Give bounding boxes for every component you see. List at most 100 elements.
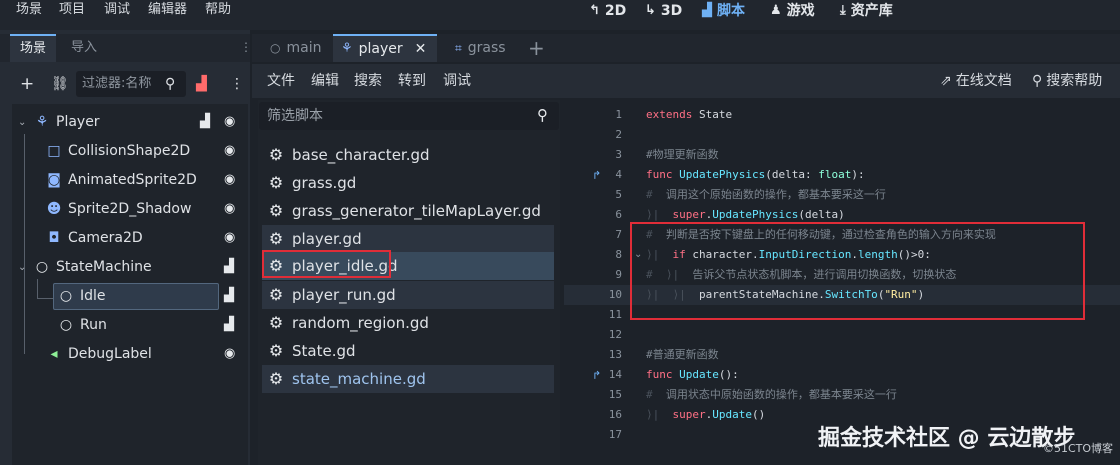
tree-node-player[interactable]: ⌄ ⚘ Player xyxy=(18,108,100,137)
watermark: 掘金技术社区 @ 云边散步 xyxy=(818,426,1076,451)
tree-node-collisionshape[interactable]: □ CollisionShape2D xyxy=(44,137,190,166)
watermark-sub: ©51CTO博客 xyxy=(1043,442,1114,455)
menu-debug[interactable]: 调试 xyxy=(104,0,130,22)
tab-import[interactable]: 导入 xyxy=(61,34,107,62)
script-attach-icon[interactable]: ▟ xyxy=(196,72,207,96)
script-icon: ▟ xyxy=(702,3,712,18)
menu-scene[interactable]: 场景 xyxy=(16,0,42,22)
visibility-eye-icon[interactable]: ◉ xyxy=(224,143,235,158)
tab-scene[interactable]: 场景 xyxy=(10,34,57,62)
tab-indicator-icon: ⟩| xyxy=(646,208,673,221)
gear-icon: ⚙ xyxy=(268,369,284,388)
script-icon[interactable]: ▟ xyxy=(224,288,234,303)
external-link-icon: ⇗ xyxy=(940,73,952,89)
workspace-asset-lib[interactable]: ⤓ 资产库 xyxy=(840,0,893,22)
tree-node-statemachine[interactable]: ⌄ ○ StateMachine xyxy=(18,253,152,282)
tree-node-idle[interactable]: ○ Idle xyxy=(56,282,106,311)
player-node-icon: ⚘ xyxy=(341,41,353,56)
online-docs-button[interactable]: ⇗ 在线文档 xyxy=(940,72,1012,90)
line-number: 11 xyxy=(608,308,622,321)
script-filter-input[interactable]: 筛选脚本 xyxy=(259,102,559,130)
tree-node-run[interactable]: ○ Run xyxy=(56,311,107,340)
script-item[interactable]: ⚙ grass.gd xyxy=(262,169,554,197)
player-node-icon: ⚘ xyxy=(35,114,49,130)
line-number: 9 xyxy=(615,268,622,281)
visibility-eye-icon[interactable]: ◉ xyxy=(224,172,235,187)
line-number: 13 xyxy=(608,348,622,361)
script-menu-goto[interactable]: 转到 xyxy=(398,72,426,90)
script-item[interactable]: ⚙ player.gd xyxy=(262,225,554,253)
more-icon[interactable]: ⋮ xyxy=(230,72,244,96)
tree-line xyxy=(37,298,53,299)
search-help-button[interactable]: ⚲ 搜索帮助 xyxy=(1032,72,1102,90)
script-icon[interactable]: ▟ xyxy=(200,114,210,129)
script-menu-file[interactable]: 文件 xyxy=(267,72,295,90)
tree-node-camera[interactable]: ◘ Camera2D xyxy=(44,224,142,253)
script-icon[interactable]: ▟ xyxy=(224,259,234,274)
script-item[interactable]: ⚙ State.gd xyxy=(262,337,554,365)
tree-node-animatedsprite[interactable]: ◙ AnimatedSprite2D xyxy=(44,166,197,195)
label-icon: ◂ xyxy=(50,346,58,362)
workspace-script[interactable]: ▟ 脚本 xyxy=(702,0,745,22)
add-node-icon[interactable]: + xyxy=(20,72,34,96)
dock-menu-icon[interactable]: ⋮ xyxy=(240,40,252,54)
gear-icon: ⚙ xyxy=(268,173,284,192)
code-line-14: func Update(): xyxy=(646,368,739,381)
gear-icon: ⚙ xyxy=(268,229,284,248)
gear-icon: ⚙ xyxy=(268,285,284,304)
close-icon[interactable]: ✕ xyxy=(415,35,427,63)
tree-node-sprite-shadow[interactable]: ☻ Sprite2D_Shadow xyxy=(44,195,192,224)
menu-editor[interactable]: 编辑器 xyxy=(148,0,187,22)
workspace-2d[interactable]: ↰ 2D xyxy=(589,0,626,22)
chevron-down-icon[interactable]: ⌄ xyxy=(18,108,32,137)
tree-line xyxy=(24,134,25,354)
animated-sprite-icon: ◙ xyxy=(47,172,61,188)
tab-player[interactable]: ⚘ player ✕ xyxy=(333,34,437,62)
menu-help[interactable]: 帮助 xyxy=(205,0,231,22)
script-item[interactable]: ⚙ base_character.gd xyxy=(262,141,554,169)
script-item[interactable]: ⚙ player_run.gd xyxy=(262,281,554,309)
code-line-16: ⟩| super.Update() xyxy=(646,408,766,421)
tab-indicator-icon: # xyxy=(646,388,666,401)
line-number: 17 xyxy=(608,428,622,441)
tab-grass[interactable]: ⌗ grass xyxy=(447,34,514,62)
menu-project[interactable]: 项目 xyxy=(59,0,85,22)
code-line-1: extends State xyxy=(646,108,733,121)
code-line-3: #物理更新函数 xyxy=(646,148,719,161)
node-icon: ○ xyxy=(59,317,73,333)
tree-node-debuglabel[interactable]: ◂ DebugLabel xyxy=(44,340,151,369)
override-arrow-icon: ↱ xyxy=(592,369,602,382)
gear-icon: ⚙ xyxy=(268,145,284,164)
line-number: 5 xyxy=(615,188,622,201)
script-item[interactable]: ⚙ grass_generator_tileMapLayer.gd xyxy=(262,197,554,225)
game-icon: ♟ xyxy=(770,3,782,18)
visibility-eye-icon[interactable]: ◉ xyxy=(224,230,235,245)
script-menu-edit[interactable]: 编辑 xyxy=(311,72,339,90)
script-icon[interactable]: ▟ xyxy=(224,317,234,332)
workspace-3d[interactable]: ↳ 3D xyxy=(645,0,682,22)
highlight-box xyxy=(630,222,1085,320)
highlight-box xyxy=(262,250,391,278)
visibility-eye-icon[interactable]: ◉ xyxy=(224,201,235,216)
code-line-4: func UpdatePhysics(delta: float): xyxy=(646,168,865,181)
script-menu-search[interactable]: 搜索 xyxy=(354,72,382,90)
visibility-eye-icon[interactable]: ◉ xyxy=(224,114,235,129)
add-tab-icon[interactable]: + xyxy=(528,36,545,60)
asset-lib-icon: ⤓ xyxy=(840,3,846,18)
2d-icon: ↰ xyxy=(589,3,600,18)
visibility-eye-icon[interactable]: ◉ xyxy=(224,346,235,361)
workspace-game[interactable]: ♟ 游戏 xyxy=(770,0,815,22)
link-icon[interactable]: ⛓ xyxy=(51,72,69,96)
tab-main[interactable]: ○ main xyxy=(262,34,329,62)
line-number: 3 xyxy=(615,148,622,161)
script-menu-debug[interactable]: 调试 xyxy=(443,72,471,90)
chevron-down-icon[interactable]: ⌄ xyxy=(18,253,32,282)
script-item[interactable]: ⚙ random_region.gd xyxy=(262,309,554,337)
code-line-15: # 调用状态中原始函数的操作，都基本要采这一行 xyxy=(646,388,897,401)
line-number: 8 xyxy=(615,248,622,261)
script-item[interactable]: ⚙ state_machine.gd xyxy=(262,365,554,393)
line-number: 6 xyxy=(615,208,622,221)
camera-icon: ◘ xyxy=(48,230,60,246)
search-icon[interactable]: ⚲ xyxy=(165,72,175,96)
collision-shape-icon: □ xyxy=(47,143,61,159)
